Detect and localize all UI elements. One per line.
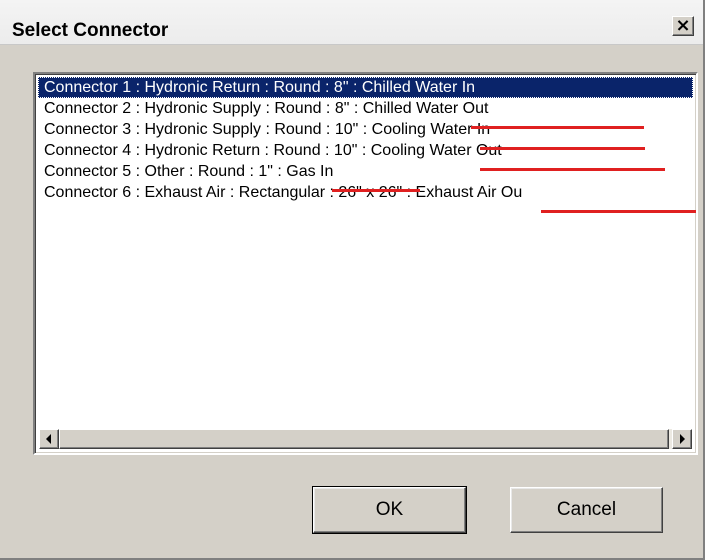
annotation-underline — [332, 189, 420, 192]
scroll-left-button[interactable] — [39, 429, 59, 449]
list-item[interactable]: Connector 1 : Hydronic Return : Round : … — [38, 77, 693, 98]
arrow-left-icon — [46, 434, 51, 444]
annotation-underline — [541, 210, 696, 213]
close-icon: × — [675, 15, 691, 36]
title-bar[interactable]: Select Connector × — [0, 0, 703, 45]
annotation-underline — [471, 126, 644, 129]
list-item[interactable]: Connector 5 : Other : Round : 1" : Gas I… — [38, 161, 693, 182]
list-item[interactable]: Connector 4 : Hydronic Return : Round : … — [38, 140, 693, 161]
select-connector-dialog: Select Connector × Connector 1 : Hydroni… — [0, 0, 705, 560]
list-item[interactable]: Connector 3 : Hydronic Supply : Round : … — [38, 119, 693, 140]
dialog-title: Select Connector — [12, 20, 169, 41]
horizontal-scrollbar[interactable] — [39, 429, 692, 449]
annotation-underline — [480, 168, 665, 171]
annotation-underline — [480, 147, 645, 150]
ok-button[interactable]: OK — [312, 486, 467, 534]
cancel-button[interactable]: Cancel — [510, 487, 663, 533]
list-item[interactable]: Connector 2 : Hydronic Supply : Round : … — [38, 98, 693, 119]
scrollbar-thumb[interactable] — [59, 429, 669, 449]
close-button[interactable]: × — [672, 15, 694, 36]
connector-listbox[interactable]: Connector 1 : Hydronic Return : Round : … — [33, 72, 698, 455]
scroll-right-button[interactable] — [672, 429, 692, 449]
list-item[interactable]: Connector 6 : Exhaust Air : Rectangular … — [38, 182, 693, 203]
arrow-right-icon — [680, 434, 685, 444]
